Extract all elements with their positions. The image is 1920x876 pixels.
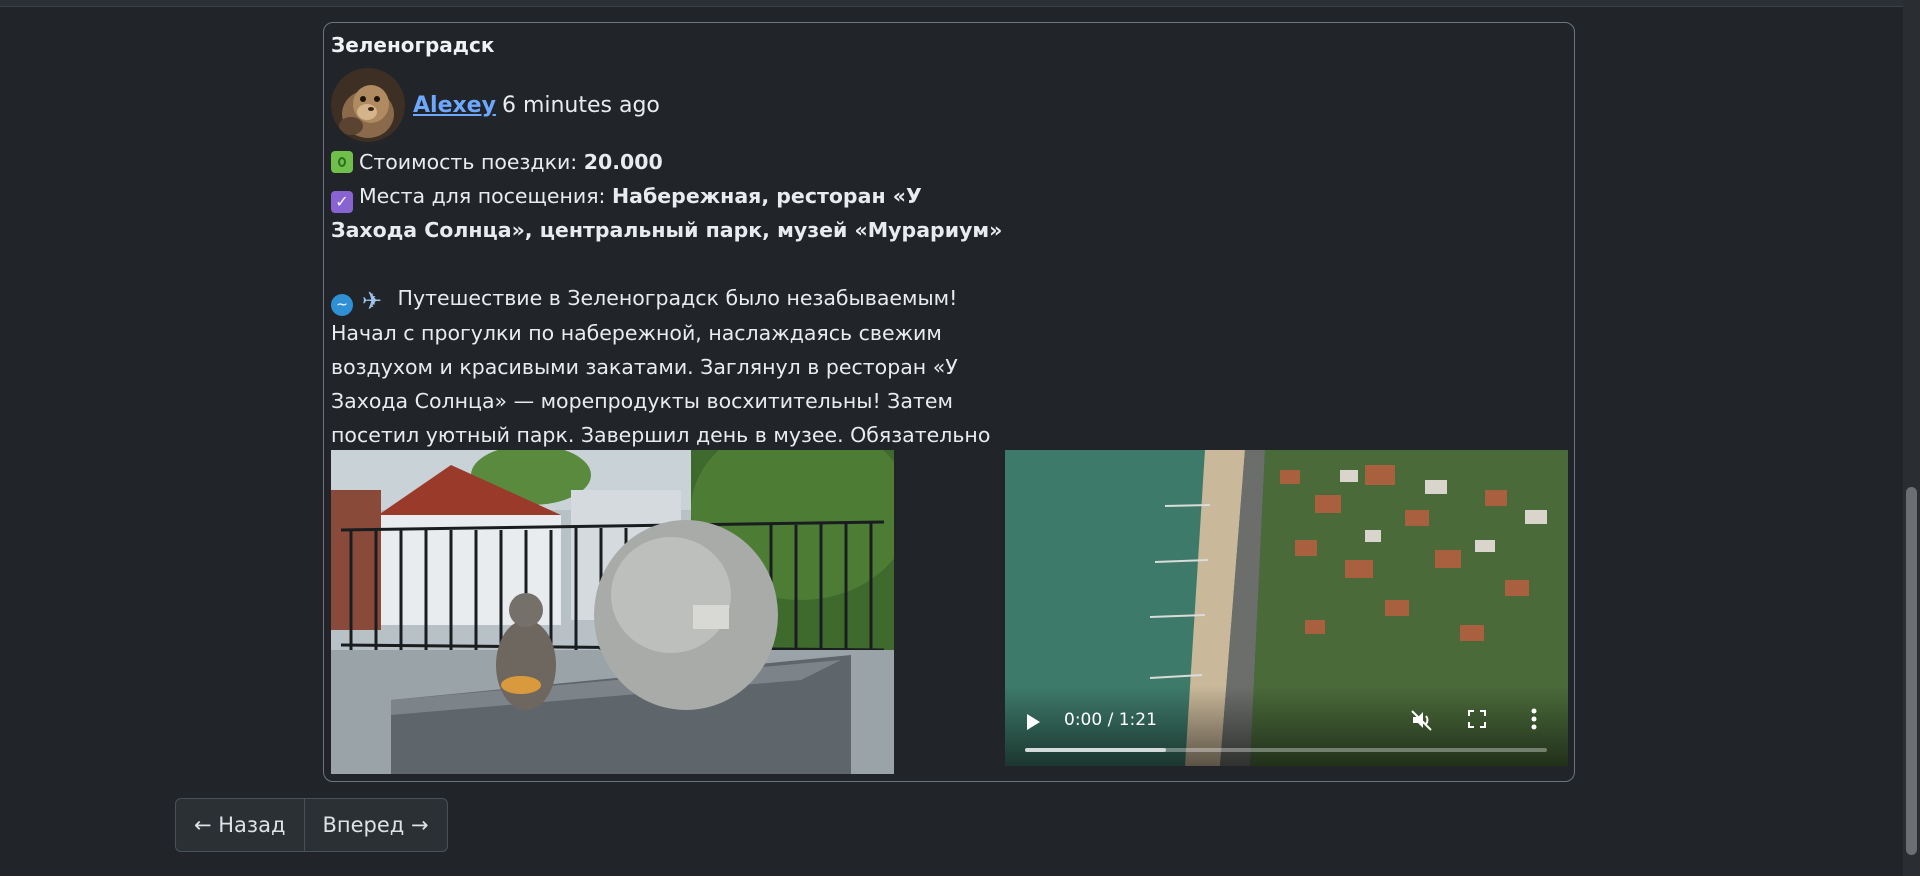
muted-speaker-icon[interactable]: [1410, 708, 1434, 732]
post-card: Зеленоградск Alexey 6 minutes ago Стоимо…: [323, 22, 1575, 782]
airplane-icon: ✈: [361, 287, 383, 315]
scrollbar-thumb[interactable]: [1906, 487, 1917, 855]
photo-image: [331, 450, 894, 774]
top-strip: [0, 0, 1920, 7]
water-wave-icon: ~: [331, 294, 353, 316]
more-options-icon[interactable]: [1530, 708, 1538, 730]
video-controls: 0:00 / 1:21: [1005, 686, 1568, 766]
play-button[interactable]: [1027, 714, 1040, 730]
check-mark-button-icon: ✓: [331, 191, 353, 213]
video-buffered-fill: [1025, 748, 1166, 752]
post-title: Зеленоградск: [331, 33, 495, 57]
pagination: ← Назад Вперед →: [175, 798, 448, 852]
video-time: 0:00 / 1:21: [1064, 710, 1157, 730]
places-line: ✓ Места для посещения: Набережная, рестор…: [331, 179, 1011, 247]
next-page-button[interactable]: Вперед →: [303, 799, 447, 851]
avatar[interactable]: [331, 68, 405, 142]
fullscreen-icon[interactable]: [1468, 710, 1486, 728]
trip-cost-line: Стоимость поездки: 20.000: [331, 145, 1011, 179]
post-photo[interactable]: [331, 450, 894, 774]
post-body: Стоимость поездки: 20.000 ✓ Места для пос…: [331, 145, 1011, 486]
trip-cost-value: 20.000: [583, 150, 663, 174]
avatar-image: [331, 68, 405, 142]
post-timestamp: 6 minutes ago: [501, 92, 660, 118]
trip-cost-label: Стоимость поездки:: [359, 150, 578, 174]
author-row: Alexey 6 minutes ago: [331, 67, 660, 143]
page-scrollbar[interactable]: [1903, 0, 1920, 876]
prev-page-button[interactable]: ← Назад: [176, 799, 304, 851]
author-link[interactable]: Alexey: [413, 93, 496, 118]
dollar-banknote-icon: [331, 151, 353, 173]
video-progress-bar[interactable]: [1025, 748, 1547, 752]
places-label: Места для посещения:: [359, 184, 606, 208]
video-player[interactable]: 0:00 / 1:21: [1005, 450, 1568, 766]
